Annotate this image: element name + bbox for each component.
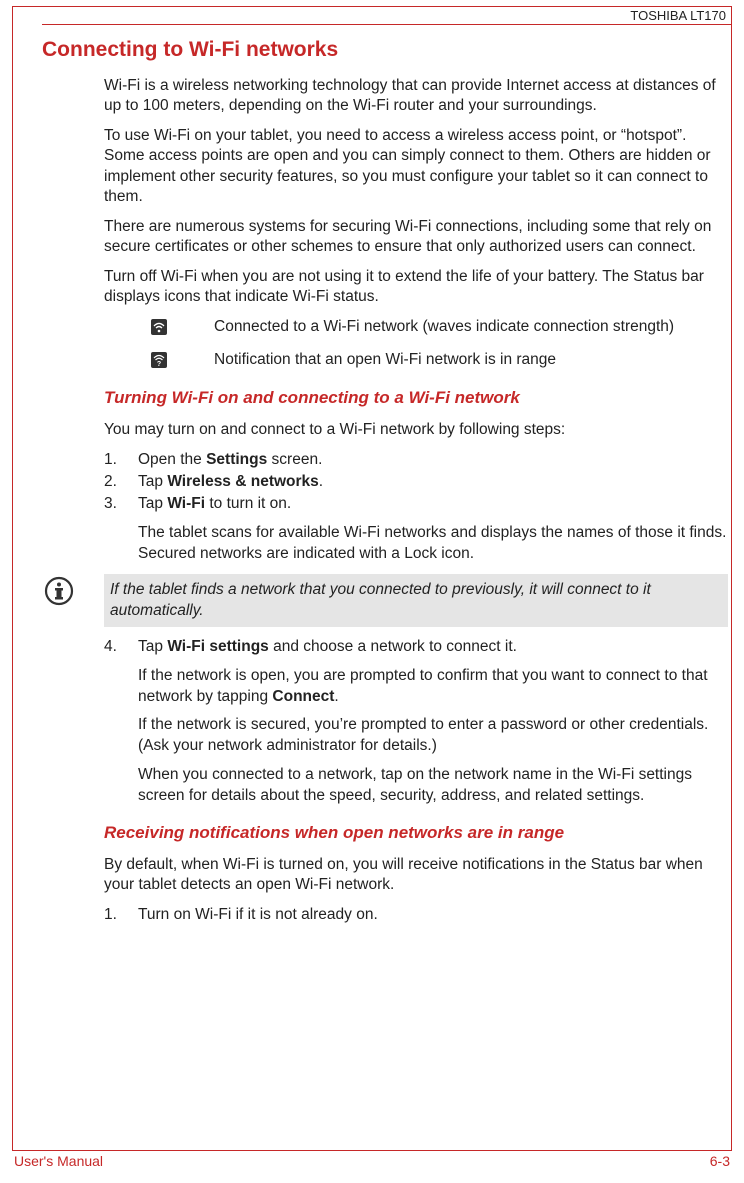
header-product: TOSHIBA LT170 bbox=[626, 8, 730, 23]
intro-p1: Wi-Fi is a wireless networking technolog… bbox=[104, 76, 728, 116]
section2-heading: Receiving notifications when open networ… bbox=[104, 823, 728, 843]
step-1-num: 1. bbox=[104, 450, 138, 471]
step-1: 1. Open the Settings screen. bbox=[104, 450, 728, 471]
section1-lead: You may turn on and connect to a Wi-Fi n… bbox=[104, 420, 728, 440]
icon-desc-open: Notification that an open Wi-Fi network … bbox=[214, 350, 728, 370]
wifi-open-notify-icon: ? bbox=[104, 350, 214, 370]
note-box: If the tablet finds a network that you c… bbox=[42, 574, 728, 626]
step-3-sub: The tablet scans for available Wi-Fi net… bbox=[104, 523, 728, 565]
icon-desc-connected: Connected to a Wi-Fi network (waves indi… bbox=[214, 317, 728, 337]
intro-p3: There are numerous systems for securing … bbox=[104, 217, 728, 257]
intro-p4: Turn off Wi-Fi when you are not using it… bbox=[104, 267, 728, 307]
step-3-text: Tap Wi-Fi to turn it on. bbox=[138, 494, 728, 515]
section2-lead: By default, when Wi-Fi is turned on, you… bbox=[104, 855, 728, 895]
step-2: 2. Tap Wireless & networks. bbox=[104, 472, 728, 493]
section2-step-1-text: Turn on Wi-Fi if it is not already on. bbox=[138, 905, 728, 926]
page-title: Connecting to Wi-Fi networks bbox=[42, 38, 728, 62]
section1-heading: Turning Wi-Fi on and connecting to a Wi-… bbox=[104, 388, 728, 408]
svg-text:?: ? bbox=[157, 361, 161, 368]
header-rule bbox=[42, 24, 732, 25]
icon-row-connected: Connected to a Wi-Fi network (waves indi… bbox=[104, 317, 728, 337]
wifi-icon-table: Connected to a Wi-Fi network (waves indi… bbox=[104, 317, 728, 369]
body-text: Wi-Fi is a wireless networking technolog… bbox=[104, 76, 728, 926]
intro-p2: To use Wi-Fi on your tablet, you need to… bbox=[104, 126, 728, 207]
step-4-num: 4. bbox=[104, 637, 138, 658]
note-text: If the tablet finds a network that you c… bbox=[104, 574, 728, 626]
step-2-text: Tap Wireless & networks. bbox=[138, 472, 728, 493]
step-3: 3. Tap Wi-Fi to turn it on. bbox=[104, 494, 728, 515]
page-content: Connecting to Wi-Fi networks Wi-Fi is a … bbox=[42, 38, 728, 967]
section2-step-1-num: 1. bbox=[104, 905, 138, 926]
step-2-num: 2. bbox=[104, 472, 138, 493]
step-4-sub1: If the network is open, you are prompted… bbox=[104, 666, 728, 708]
step-3-num: 3. bbox=[104, 494, 138, 515]
step-4-sub2: If the network is secured, you’re prompt… bbox=[104, 715, 728, 757]
wifi-connected-icon bbox=[104, 317, 214, 337]
step-4: 4. Tap Wi-Fi settings and choose a netwo… bbox=[104, 637, 728, 658]
step-4-sub3: When you connected to a network, tap on … bbox=[104, 765, 728, 807]
footer-right: 6-3 bbox=[710, 1153, 730, 1169]
icon-row-open: ? Notification that an open Wi-Fi networ… bbox=[104, 350, 728, 370]
section2-step-1: 1. Turn on Wi-Fi if it is not already on… bbox=[104, 905, 728, 926]
step-4-text: Tap Wi-Fi settings and choose a network … bbox=[138, 637, 728, 658]
footer-left: User's Manual bbox=[14, 1153, 103, 1169]
info-icon bbox=[42, 574, 104, 606]
step-1-text: Open the Settings screen. bbox=[138, 450, 728, 471]
